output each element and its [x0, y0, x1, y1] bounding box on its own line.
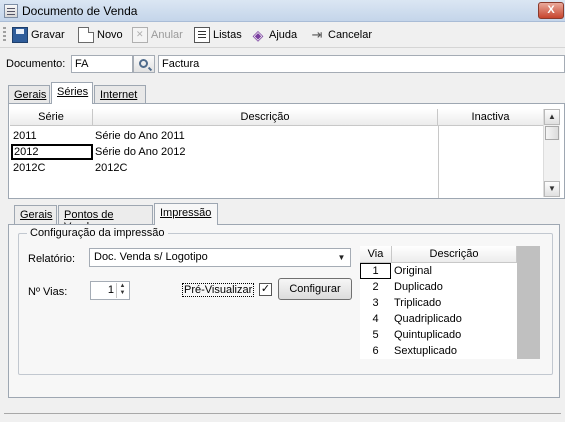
series-cell-descricao[interactable]: Série do Ano 2012 [95, 144, 186, 160]
title-bar: Documento de Venda X [0, 0, 565, 22]
copy-number: 5 [372, 329, 379, 341]
save-icon [12, 27, 28, 43]
new-label: Novo [97, 29, 123, 41]
series-cell-descricao[interactable]: 2012C [95, 160, 127, 176]
tab-general[interactable]: Gerais [8, 85, 50, 105]
copy-number: 1 [360, 263, 391, 279]
column-header-serie[interactable]: Série [10, 109, 93, 126]
preview-checkbox[interactable]: ✓ [259, 283, 272, 296]
configure-button[interactable]: Configurar [278, 278, 352, 300]
series-cell-serie[interactable]: 2012C [13, 160, 91, 176]
document-code-input[interactable]: FA [71, 55, 133, 73]
series-scrollbar[interactable]: ▲ ▼ [543, 109, 560, 197]
report-select-value: Doc. Venda s/ Logotipo [94, 251, 208, 263]
subtab-points-of-sale[interactable]: Pontos de Venda [58, 205, 153, 233]
lists-button[interactable]: Listas [194, 25, 242, 45]
scroll-down-icon[interactable]: ▼ [544, 181, 560, 197]
help-label: Ajuda [269, 29, 298, 41]
series-cell-serie[interactable]: 2011 [13, 128, 91, 144]
report-label: Relatório: [28, 253, 76, 265]
copies-stepper[interactable]: 1 ▲ ▼ [90, 281, 130, 300]
copy-description: Quadriplicado [394, 313, 462, 325]
toolbar-grip [3, 27, 6, 43]
cancel-button[interactable]: ⇥ Cancelar [309, 25, 372, 45]
subtab-general[interactable]: Gerais [14, 205, 57, 225]
preview-label[interactable]: Pré-Visualizar [182, 283, 255, 297]
column-header-inactiva[interactable]: Inactiva [438, 109, 543, 126]
search-icon [139, 59, 148, 68]
scroll-thumb[interactable] [545, 126, 559, 140]
save-label: Gravar [31, 29, 65, 41]
copy-description: Quintuplicado [394, 329, 462, 341]
exit-icon: ⇥ [311, 27, 323, 42]
chevron-down-icon[interactable]: ▼ [334, 250, 349, 265]
help-button[interactable]: ◈ Ajuda [250, 25, 298, 45]
close-window-button[interactable]: X [538, 2, 564, 19]
scroll-up-icon[interactable]: ▲ [544, 109, 560, 125]
tab-series-label: Séries [57, 86, 89, 98]
subtab-printing-label: Impressão [160, 207, 212, 219]
document-app-icon [4, 4, 18, 18]
column-divider [438, 126, 439, 198]
window-bottom-divider [4, 413, 561, 414]
tab-series[interactable]: Séries [51, 82, 93, 104]
tab-general-label: Gerais [14, 89, 47, 101]
column-header-descricao[interactable]: Descrição [93, 109, 438, 126]
stepper-up-icon[interactable]: ▲ [117, 283, 128, 290]
annul-icon [132, 27, 148, 43]
copies-value: 1 [107, 284, 114, 296]
cancel-label: Cancelar [328, 29, 373, 41]
copy-description: Original [394, 265, 432, 277]
copy-row[interactable]: 6 Sextuplicado [360, 343, 517, 359]
window-title: Documento de Venda [22, 4, 138, 18]
copy-row[interactable]: 3 Triplicado [360, 295, 517, 311]
document-name-field: Factura [158, 55, 565, 73]
annul-label: Anular [151, 29, 183, 41]
copy-description: Sextuplicado [394, 345, 457, 357]
tab-internet-label: Internet [100, 89, 138, 101]
copy-row[interactable]: 4 Quadriplicado [360, 311, 517, 327]
document-lookup-button[interactable] [133, 55, 155, 73]
copy-number: 4 [372, 313, 379, 325]
stepper-down-icon[interactable]: ▼ [117, 290, 128, 297]
tab-internet[interactable]: Internet [94, 85, 146, 105]
copy-description: Duplicado [394, 281, 443, 293]
column-header-via[interactable]: Via [360, 246, 392, 263]
copies-grid-rows: 1 Original 2 Duplicado 3 Triplicado 4 Qu… [360, 263, 517, 359]
list-icon [194, 27, 210, 43]
new-document-icon [78, 27, 94, 43]
subtab-printing[interactable]: Impressão [154, 203, 218, 225]
annul-button[interactable]: Anular [132, 25, 183, 45]
copy-number: 6 [372, 345, 379, 357]
copy-number: 2 [372, 281, 379, 293]
series-cell-serie-selected[interactable]: 2012 [11, 144, 93, 160]
copies-label: Nº Vias: [28, 286, 68, 298]
column-header-copy-description[interactable]: Descrição [392, 246, 517, 263]
copy-row[interactable]: 5 Quintuplicado [360, 327, 517, 343]
copy-row[interactable]: 2 Duplicado [360, 279, 517, 295]
save-button[interactable]: Gravar [12, 25, 65, 45]
copy-description: Triplicado [394, 297, 442, 309]
printing-config-title: Configuração da impressão [27, 227, 168, 239]
toolbar: Gravar Novo Anular Listas ◈ Ajuda ⇥ Canc… [0, 22, 565, 48]
report-select[interactable]: Doc. Venda s/ Logotipo ▼ [89, 248, 351, 267]
new-button[interactable]: Novo [78, 25, 123, 45]
document-label: Documento: [6, 58, 66, 70]
stepper-arrows[interactable]: ▲ ▼ [116, 283, 128, 298]
series-cell-descricao[interactable]: Série do Ano 2011 [95, 128, 185, 144]
copy-row[interactable]: 1 Original [360, 263, 517, 279]
subtab-general-label: Gerais [20, 209, 53, 221]
copy-number: 3 [372, 297, 379, 309]
help-book-icon: ◈ [252, 27, 264, 43]
lists-label: Listas [213, 29, 242, 41]
